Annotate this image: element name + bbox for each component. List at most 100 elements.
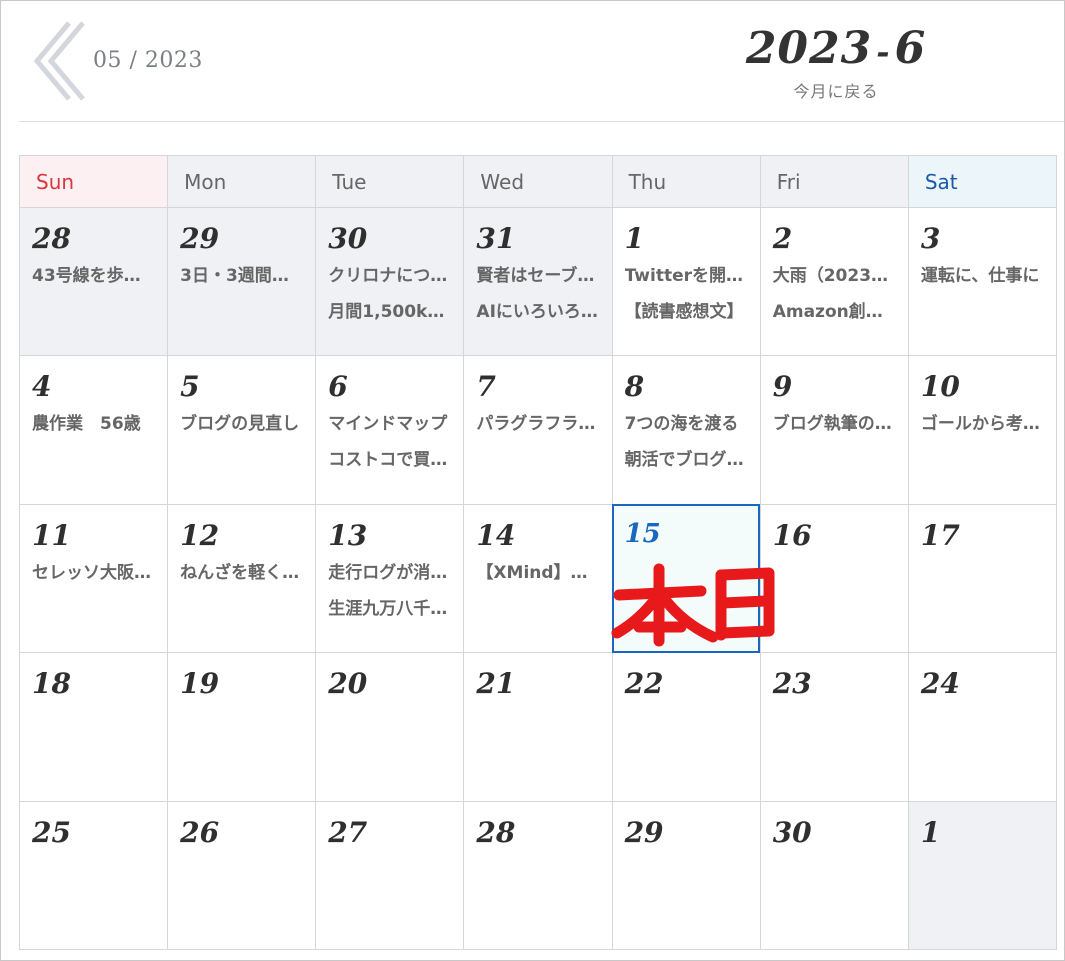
day-number: 12 (180, 518, 220, 552)
event-link[interactable]: 走行ログが消えた (328, 555, 453, 591)
day-number: 22 (624, 667, 664, 701)
day-cell[interactable]: 17 (907, 503, 1058, 654)
day-cell[interactable]: 16 (759, 503, 909, 654)
current-month-title: 2023 -6 (701, 23, 971, 78)
weekday-wed: Wed (463, 155, 613, 208)
day-number: 11 (32, 518, 71, 552)
day-number: 1 (624, 222, 645, 255)
event-link[interactable]: Amazon創業者 (773, 294, 898, 330)
event-link[interactable]: 賢者はセーブする (476, 258, 601, 294)
day-number: 2 (772, 222, 793, 255)
day-cell[interactable]: 27 (315, 800, 465, 950)
event-list: 大雨（2023年6月2日）Amazon創業者 (773, 258, 898, 330)
day-cell[interactable]: 22 (611, 652, 761, 802)
day-number: 19 (180, 667, 220, 701)
day-cell[interactable]: 5 ブログの見直し (167, 355, 317, 505)
event-link[interactable]: 生涯九万八千キロ (328, 591, 453, 627)
weekday-thu: Thu (611, 155, 761, 208)
day-number: 14 (476, 518, 516, 552)
day-cell[interactable]: 12ねんざを軽く見ない (167, 503, 317, 654)
day-number: 27 (328, 815, 368, 849)
day-cell[interactable]: 28 (463, 800, 613, 950)
week-row: 25 26 27 28 29 30 1 (18, 800, 1058, 950)
current-month: 2023 -6 今月に戻る (701, 23, 971, 102)
event-list: 走行ログが消えた 生涯九万八千キロ (328, 555, 453, 627)
day-cell[interactable]: 1 (907, 800, 1058, 950)
today-cell[interactable]: 15 (611, 503, 761, 654)
day-cell[interactable]: 18 (18, 652, 169, 802)
day-number: 30 (328, 222, 368, 255)
event-link[interactable]: ねんざを軽く見ない (180, 555, 305, 591)
event-link[interactable]: 農作業 56歳 (32, 406, 157, 442)
day-number: 18 (32, 667, 71, 701)
event-link[interactable]: セレッソ大阪の試合 (32, 555, 157, 591)
event-link[interactable]: コストコで買い物 (328, 442, 453, 478)
day-cell[interactable]: 26 (167, 800, 317, 950)
event-list: 運転に、仕事に (921, 258, 1046, 294)
current-month-number: 6 (894, 23, 927, 74)
event-link[interactable]: 3日・3週間・3ヶ月 (180, 258, 305, 294)
day-number: 13 (328, 518, 368, 552)
event-link[interactable]: 大雨（2023年6月2日） (773, 258, 898, 294)
day-cell[interactable]: 30 (759, 800, 909, 950)
event-list: ゴールから考える (921, 406, 1046, 442)
event-list: 7つの海を渡る朝活でブログを書く (625, 406, 750, 478)
day-cell[interactable]: 30クリロナについて月間1,500kmを走る (315, 206, 465, 357)
weekday-mon: Mon (167, 155, 317, 208)
event-link[interactable]: 7つの海を渡る (625, 406, 750, 442)
day-cell[interactable]: 6 マインドマップ コストコで買い物 (315, 355, 465, 505)
day-cell[interactable]: 14【XMind】でマップ (463, 503, 613, 654)
day-cell[interactable]: 31賢者はセーブするAIにいろいろ聞いてみた (463, 206, 613, 357)
day-cell[interactable]: 87つの海を渡る朝活でブログを書く (611, 355, 761, 505)
day-cell[interactable]: 29 (611, 800, 761, 950)
day-number: 28 (32, 222, 71, 255)
day-cell[interactable]: 11セレッソ大阪の試合 (18, 503, 169, 654)
day-cell[interactable]: 23 (759, 652, 909, 802)
day-number: 20 (328, 667, 368, 701)
day-cell[interactable]: 7パラグラフライティング (463, 355, 613, 505)
event-link[interactable]: マインドマップ (328, 406, 453, 442)
event-link[interactable]: 月間1,500kmを走る (328, 294, 453, 330)
event-link[interactable]: Twitterを開いた (625, 258, 750, 294)
day-cell[interactable]: 2843号線を歩いてみた (18, 206, 169, 357)
weekday-sat: Sat (907, 155, 1058, 208)
day-cell[interactable]: 25 (18, 800, 169, 950)
prev-month-link[interactable]: 05 / 2023 (31, 19, 203, 101)
event-link[interactable]: ブログの見直し (180, 406, 305, 442)
day-cell[interactable]: 21 (463, 652, 613, 802)
event-list: パラグラフライティング (476, 406, 601, 442)
day-cell[interactable]: 9 ブログ執筆の時間 (759, 355, 909, 505)
day-cell[interactable]: 3 運転に、仕事に (907, 206, 1058, 357)
day-cell[interactable]: 2大雨（2023年6月2日）Amazon創業者 (759, 206, 909, 357)
event-link[interactable]: ゴールから考える (921, 406, 1046, 442)
day-number: 10 (920, 370, 960, 404)
day-cell[interactable]: 19 (167, 652, 317, 802)
day-number: 17 (920, 518, 960, 552)
day-cell[interactable]: 1 Twitterを開いた 【読書感想文】 (611, 206, 761, 357)
day-cell[interactable]: 10 ゴールから考える (907, 355, 1058, 505)
double-chevron-left-icon (33, 21, 85, 101)
day-cell[interactable]: 293日・3週間・3ヶ月 (167, 206, 317, 357)
day-number: 5 (180, 370, 200, 404)
event-link[interactable]: クリロナについて (328, 258, 453, 294)
event-link[interactable]: 【XMind】でマップ (476, 555, 601, 591)
day-cell[interactable]: 4 農作業 56歳 (18, 355, 169, 505)
calendar-grid: SunMonTueWedThuFriSat 2843号線を歩いてみた293日・3… (18, 155, 1058, 950)
day-number: 23 (772, 667, 812, 701)
current-year: 2023 (745, 23, 873, 74)
day-number: 29 (180, 222, 220, 255)
prev-month-label: 05 / 2023 (93, 47, 203, 73)
day-cell[interactable]: 13 走行ログが消えた 生涯九万八千キロ (315, 503, 465, 654)
event-link[interactable]: 運転に、仕事に (921, 258, 1046, 294)
event-link[interactable]: AIにいろいろ聞いてみた (476, 294, 601, 330)
event-link[interactable]: 43号線を歩いてみた (32, 258, 157, 294)
day-number: 31 (476, 222, 516, 255)
event-link[interactable]: 朝活でブログを書く (625, 442, 750, 478)
event-link[interactable]: ブログ執筆の時間 (773, 406, 898, 442)
day-cell[interactable]: 20 (315, 652, 465, 802)
week-row: 18 19 20 21 22 23 24 (18, 652, 1058, 802)
event-link[interactable]: 【読書感想文】 (625, 294, 750, 330)
day-cell[interactable]: 24 (907, 652, 1058, 802)
event-link[interactable]: パラグラフライティング (476, 406, 601, 442)
back-to-current-month-link[interactable]: 今月に戻る (793, 78, 878, 102)
